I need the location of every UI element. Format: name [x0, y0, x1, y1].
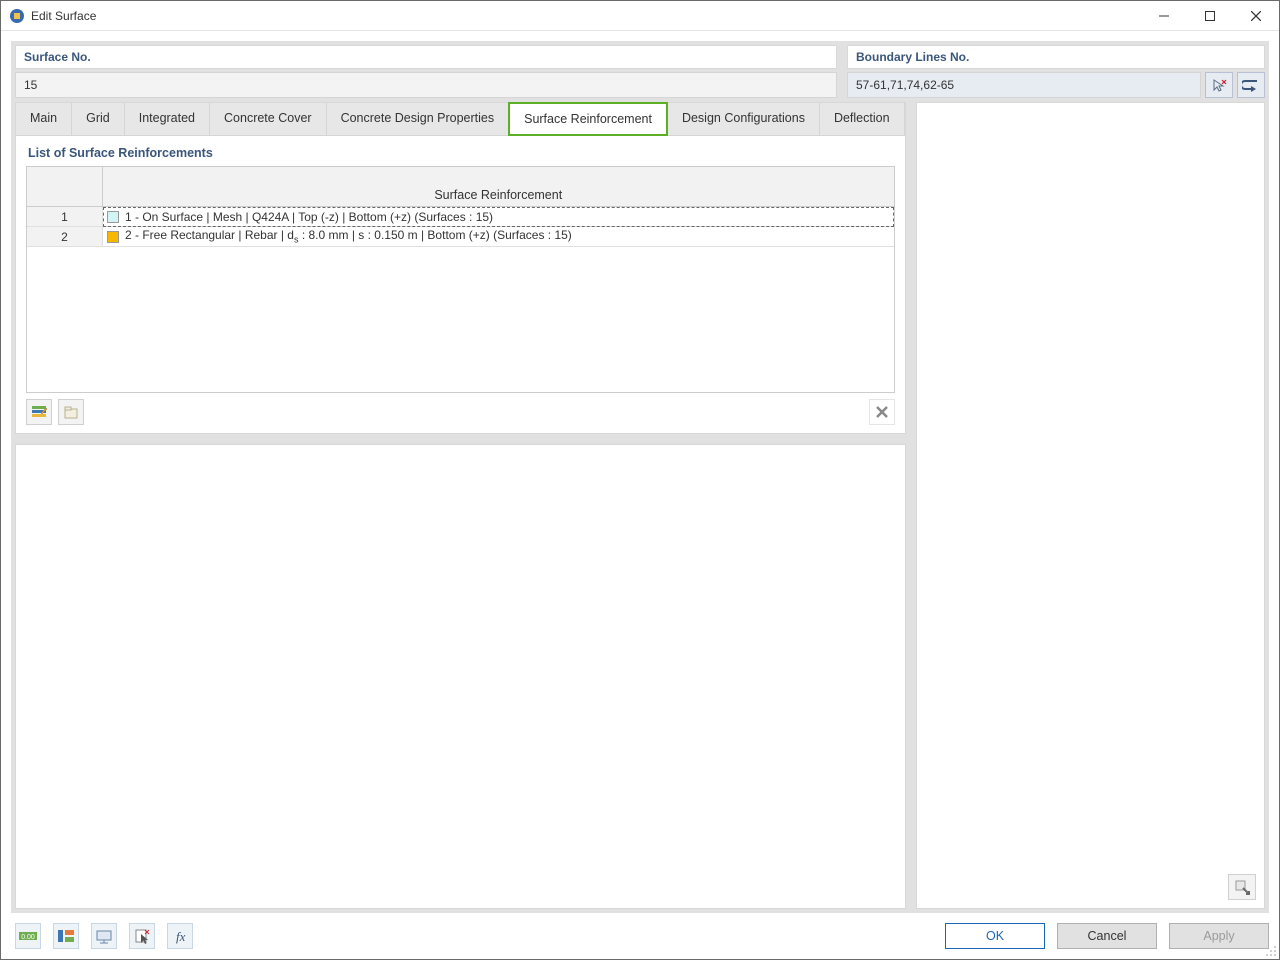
dialog-window: Edit Surface Surface No. 15 Boundary Lin…	[0, 0, 1280, 960]
minimize-button[interactable]	[1141, 1, 1187, 31]
row-number: 2	[27, 227, 103, 247]
row-text: 2 - Free Rectangular | Rebar | ds : 8.0 …	[125, 228, 572, 244]
grid-header-main: Surface Reinforcement	[103, 167, 894, 206]
row-text: 1 - On Surface | Mesh | Q424A | Top (-z)…	[125, 210, 493, 224]
surface-no-label: Surface No.	[15, 45, 837, 69]
color-swatch	[107, 211, 119, 223]
section-title: List of Surface Reinforcements	[16, 136, 905, 166]
tab-grid[interactable]: Grid	[72, 103, 125, 135]
app-icon	[9, 8, 25, 24]
pick-lines-button[interactable]	[1205, 72, 1233, 98]
resize-grip-icon[interactable]	[1265, 945, 1277, 957]
tab-strip: Main Grid Integrated Concrete Cover Conc…	[16, 103, 905, 136]
table-row[interactable]: 2 2 - Free Rectangular | Rebar | ds : 8.…	[27, 227, 894, 247]
reverse-button[interactable]	[1237, 72, 1265, 98]
select-button[interactable]	[129, 923, 155, 949]
close-button[interactable]	[1233, 1, 1279, 31]
apply-button[interactable]: Apply	[1169, 923, 1269, 949]
formula-button[interactable]: fx	[167, 923, 193, 949]
client-area: Surface No. 15 Boundary Lines No. 57-61,…	[1, 31, 1279, 959]
library-button[interactable]	[58, 399, 84, 425]
tab-concrete-design-properties[interactable]: Concrete Design Properties	[327, 103, 510, 135]
table-row[interactable]: 1 1 - On Surface | Mesh | Q424A | Top (-…	[27, 207, 894, 227]
grid-header-rownum	[27, 167, 103, 206]
svg-text:0.00: 0.00	[21, 934, 35, 941]
tab-deflection[interactable]: Deflection	[820, 103, 905, 135]
header-row: Surface No. 15 Boundary Lines No. 57-61,…	[15, 45, 1265, 98]
tab-concrete-cover[interactable]: Concrete Cover	[210, 103, 327, 135]
units-button[interactable]: 0.00	[15, 923, 41, 949]
tab-main[interactable]: Main	[16, 103, 72, 135]
color-swatch	[107, 231, 119, 243]
tab-surface-reinforcement[interactable]: Surface Reinforcement	[508, 102, 668, 136]
row-number: 1	[27, 207, 103, 227]
view-button[interactable]	[91, 923, 117, 949]
dialog-footer: 0.00 fx OK Cancel Apply	[1, 913, 1279, 959]
svg-text:fx: fx	[176, 929, 186, 944]
surface-no-input[interactable]: 15	[15, 72, 837, 98]
boundary-lines-label: Boundary Lines No.	[847, 45, 1265, 69]
edit-list-button[interactable]	[26, 399, 52, 425]
ok-button[interactable]: OK	[945, 923, 1045, 949]
tab-integrated[interactable]: Integrated	[125, 103, 210, 135]
display-button[interactable]	[53, 923, 79, 949]
reinforcement-grid[interactable]: Surface Reinforcement 1 1 - On Surface |…	[26, 166, 895, 393]
cancel-button[interactable]: Cancel	[1057, 923, 1157, 949]
view-options-button[interactable]	[1228, 874, 1256, 900]
window-title: Edit Surface	[31, 9, 1141, 23]
preview-panel	[15, 444, 906, 909]
body-row: Main Grid Integrated Concrete Cover Conc…	[15, 102, 1265, 909]
side-panel	[916, 102, 1265, 909]
tabs-panel: Main Grid Integrated Concrete Cover Conc…	[15, 102, 906, 434]
boundary-lines-input[interactable]: 57-61,71,74,62-65	[847, 72, 1201, 98]
dialog-inner: Surface No. 15 Boundary Lines No. 57-61,…	[11, 41, 1269, 913]
delete-row-button[interactable]	[869, 399, 895, 425]
titlebar[interactable]: Edit Surface	[1, 1, 1279, 31]
tab-design-configurations[interactable]: Design Configurations	[668, 103, 820, 135]
maximize-button[interactable]	[1187, 1, 1233, 31]
panel-toolbar	[16, 393, 905, 433]
